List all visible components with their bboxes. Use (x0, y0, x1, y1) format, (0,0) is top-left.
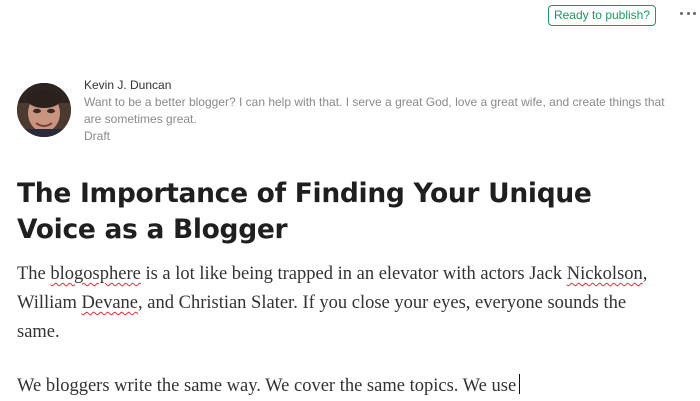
text-run: is a lot like being trapped in an elevat… (140, 264, 567, 284)
body-paragraph-2[interactable]: We bloggers write the same way. We cover… (17, 372, 657, 401)
text-cursor (519, 374, 521, 394)
avatar[interactable] (17, 83, 71, 137)
avatar-image (17, 83, 71, 137)
post-status: Draft (84, 129, 111, 143)
more-horizontal-icon-dot (686, 11, 690, 15)
misspelled-word[interactable]: Nickolson (567, 264, 643, 284)
post-title[interactable]: The Importance of Finding Your Unique Vo… (17, 176, 617, 248)
ready-to-publish-button[interactable]: Ready to publish? (548, 5, 656, 26)
author-name[interactable]: Kevin J. Duncan (84, 78, 674, 93)
author-block: Kevin J. Duncan Want to be a better blog… (17, 78, 677, 148)
body-paragraph-1[interactable]: The blogosphere is a lot like being trap… (17, 260, 657, 347)
more-horizontal-icon-dot (693, 11, 696, 15)
text-run: The (17, 264, 51, 284)
author-meta: Kevin J. Duncan Want to be a better blog… (84, 78, 674, 144)
more-options-button[interactable] (678, 3, 698, 23)
editor-toolbar: Ready to publish? (0, 0, 700, 34)
misspelled-word[interactable]: blogosphere (50, 264, 140, 284)
misspelled-word[interactable]: Devane (82, 293, 139, 313)
text-run: We bloggers write the same way. We cover… (17, 376, 517, 396)
more-horizontal-icon (680, 11, 683, 15)
author-bio: Want to be a better blogger? I can help … (84, 95, 665, 126)
